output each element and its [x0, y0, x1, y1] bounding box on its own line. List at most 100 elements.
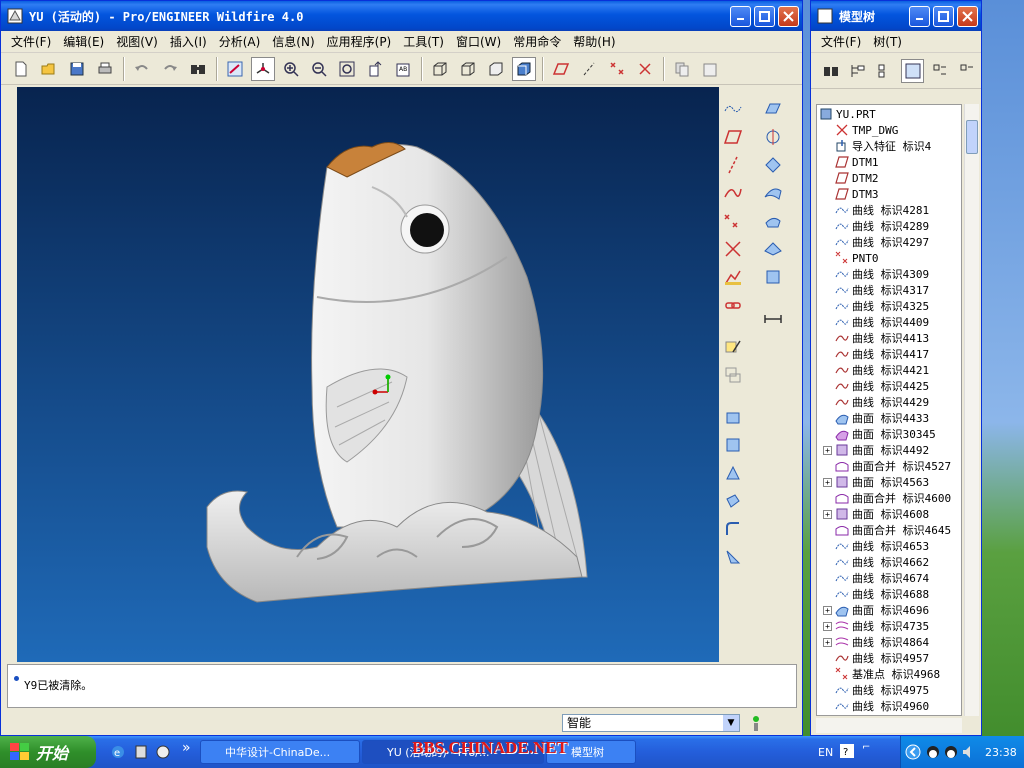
tree-columns-button[interactable] [846, 59, 869, 83]
tree-collapse-button[interactable] [956, 59, 979, 83]
save-button[interactable] [65, 57, 89, 81]
close-button[interactable] [778, 5, 799, 27]
shading-button[interactable] [512, 56, 536, 81]
qq-icon[interactable] [925, 744, 941, 760]
ime-icon[interactable]: ⌐ [862, 742, 870, 753]
tree-item[interactable]: 导入特征 标识4 [823, 138, 931, 154]
datum-point-button[interactable] [721, 209, 745, 233]
undo-button[interactable] [130, 57, 154, 81]
tree-item[interactable]: 曲线 标识4417 [823, 346, 929, 362]
tree-item[interactable]: TMP_DWG [823, 122, 898, 138]
csys-button[interactable] [721, 237, 745, 261]
link-feature-button[interactable] [721, 293, 745, 317]
taskbar-item-browser[interactable]: 中华设计-ChinaDe... [200, 740, 360, 764]
menu-view[interactable]: 视图(V) [110, 33, 164, 50]
tree-find-button[interactable] [819, 59, 842, 83]
tree-horizontal-scrollbar[interactable] [816, 718, 962, 733]
expand-toggle-icon[interactable]: + [823, 621, 832, 631]
csys-display-button[interactable] [633, 57, 657, 81]
model-tree-list[interactable]: YU.PRT TMP_DWG 导入特征 标识4 DTM1 DTM2 DTM3 曲线 标识42… [816, 104, 962, 716]
tree-expand-button[interactable] [928, 59, 951, 83]
menu-common-commands[interactable]: 常用命令 [507, 33, 567, 50]
paste-button[interactable] [698, 57, 722, 81]
tree-item[interactable]: 曲线 标识4674 [823, 570, 929, 586]
open-file-button[interactable] [37, 57, 61, 81]
tree-vertical-scrollbar[interactable] [964, 104, 979, 716]
tree-item[interactable]: 曲线 标识4413 [823, 330, 929, 346]
trim-surface-button[interactable] [761, 265, 785, 289]
extrude-button[interactable] [721, 405, 745, 429]
saved-views-button[interactable]: AB [391, 57, 415, 81]
tree-item[interactable]: 曲面 标识30345 [823, 426, 936, 442]
sketched-curve-button[interactable] [721, 97, 745, 121]
main-title-bar[interactable]: YU (活动的) - Pro/ENGINEER Wildfire 4.0 [1, 1, 802, 31]
tree-settings-button[interactable] [900, 58, 925, 83]
sketch-button[interactable] [721, 335, 745, 359]
menu-insert[interactable]: 插入(I) [164, 33, 213, 50]
analysis-feature-button[interactable] [721, 265, 745, 289]
graphics-viewport[interactable] [17, 87, 719, 662]
print-button[interactable] [93, 57, 117, 81]
menu-edit[interactable]: 编辑(E) [57, 33, 110, 50]
tree-item[interactable]: 曲面合并 标识4527 [823, 458, 951, 474]
redo-button[interactable] [158, 57, 182, 81]
offset-surface-button[interactable] [761, 153, 785, 177]
datum-plane-button[interactable] [721, 125, 745, 149]
tree-close-button[interactable] [957, 5, 978, 27]
copy-button[interactable] [670, 57, 694, 81]
tree-item[interactable]: 曲线 标识4281 [823, 202, 929, 218]
start-button[interactable]: 开始 [0, 736, 96, 768]
tree-item[interactable]: 曲线 标识4429 [823, 394, 929, 410]
refit-button[interactable] [335, 57, 359, 81]
menu-info[interactable]: 信息(N) [266, 33, 320, 50]
maximize-button[interactable] [754, 5, 775, 27]
tree-item[interactable]: 曲线 标识4688 [823, 586, 929, 602]
tree-item[interactable]: 曲线 标识4421 [823, 362, 929, 378]
tree-maximize-button[interactable] [933, 5, 954, 27]
tree-item[interactable]: + 曲面 标识4696 [823, 602, 929, 618]
datum-axis-display-button[interactable] [577, 57, 601, 81]
tray-chevron-icon[interactable] [905, 744, 921, 760]
fill-surface-button[interactable] [761, 209, 785, 233]
blend-button[interactable] [721, 489, 745, 513]
expand-toggle-icon[interactable]: + [823, 637, 832, 647]
tree-item[interactable]: + 曲面 标识4608 [823, 506, 929, 522]
datum-plane-display-button[interactable] [549, 57, 573, 81]
selection-filter-dropdown[interactable]: 智能 ▼ [562, 714, 740, 732]
zoom-in-button[interactable] [279, 57, 303, 81]
tree-item[interactable]: 曲线 标识4317 [823, 282, 929, 298]
menu-applications[interactable]: 应用程序(P) [321, 33, 398, 50]
chamfer-button[interactable] [721, 545, 745, 569]
tree-item[interactable]: 曲线 标识4960 [823, 698, 929, 714]
tree-filter-button[interactable] [874, 59, 897, 83]
menu-analysis[interactable]: 分析(A) [213, 33, 267, 50]
tree-item[interactable]: 曲线 标识4297 [823, 234, 929, 250]
qq-icon[interactable] [943, 744, 959, 760]
repaint-button[interactable] [223, 57, 247, 81]
tree-item[interactable]: 曲线 标识4425 [823, 378, 929, 394]
expand-toggle-icon[interactable]: + [823, 605, 832, 615]
quicklaunch-icon[interactable] [155, 744, 171, 760]
tree-item[interactable]: + 曲线 标识4864 [823, 634, 929, 650]
quicklaunch-icon[interactable] [133, 744, 149, 760]
tree-item[interactable]: 曲线 标识4325 [823, 298, 929, 314]
datum-axis-button[interactable] [721, 153, 745, 177]
tree-item[interactable]: 曲线 标识4289 [823, 218, 929, 234]
tree-item[interactable]: DTM3 [823, 186, 879, 202]
new-file-button[interactable] [9, 57, 33, 81]
datum-curve-button[interactable] [721, 181, 745, 205]
tree-item[interactable]: + 曲线 标识4735 [823, 618, 929, 634]
minimize-button[interactable] [730, 5, 751, 27]
tree-item[interactable]: 曲面合并 标识4600 [823, 490, 951, 506]
tree-item[interactable]: 曲线 标识4957 [823, 650, 929, 666]
tree-menu-file[interactable]: 文件(F) [815, 33, 867, 50]
menu-window[interactable]: 窗口(W) [450, 33, 507, 50]
datum-point-display-button[interactable] [605, 57, 629, 81]
tree-item[interactable]: 曲线 标识4975 [823, 682, 929, 698]
tree-item[interactable]: 曲线 标识4662 [823, 554, 929, 570]
tree-item[interactable]: PNT0 [823, 250, 879, 266]
expand-toggle-icon[interactable]: + [823, 509, 832, 519]
wireframe-button[interactable] [428, 57, 452, 81]
expand-toggle-icon[interactable]: + [823, 445, 832, 455]
surface-flat-button[interactable] [761, 97, 785, 121]
